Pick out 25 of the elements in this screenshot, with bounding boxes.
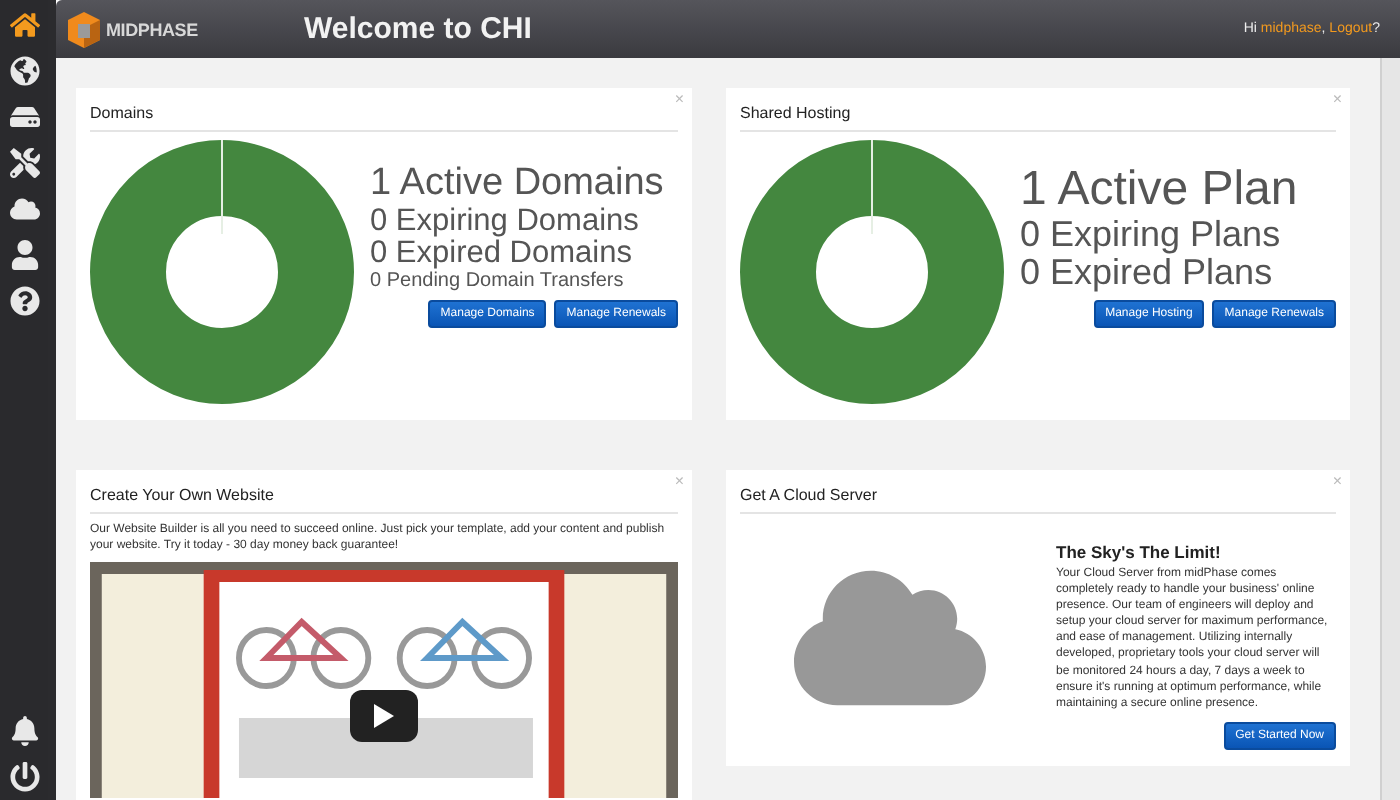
globe-icon[interactable] bbox=[8, 54, 40, 86]
stat-text: 1 Active Plan bbox=[1020, 164, 1298, 216]
stat-text: 0 Expiring Plans bbox=[1020, 215, 1281, 255]
bell-icon[interactable] bbox=[8, 714, 40, 746]
stat-text: 0 Pending Domain Transfers bbox=[370, 271, 624, 294]
home-icon[interactable] bbox=[8, 8, 40, 40]
card-title: Domains bbox=[90, 100, 678, 132]
play-button[interactable] bbox=[350, 690, 418, 743]
user-icon[interactable] bbox=[8, 238, 40, 270]
stat-text: 1 Active Domains bbox=[370, 164, 664, 206]
card-heading: The Sky's The Limit! bbox=[1056, 542, 1223, 562]
stat-text: 0 Expired Plans bbox=[1020, 254, 1273, 294]
help-icon[interactable] bbox=[8, 284, 40, 316]
play-icon bbox=[374, 704, 394, 729]
page-title: Welcome to CHI bbox=[304, 12, 534, 46]
stat-text: 0 Expiring Domains bbox=[370, 205, 639, 239]
logo-icon bbox=[68, 11, 100, 47]
tools-icon[interactable] bbox=[8, 146, 40, 178]
logo-text: MIDPHASE bbox=[106, 19, 198, 39]
card-title: Create Your Own Website bbox=[90, 482, 678, 514]
stat-text: 0 Expired Domains bbox=[370, 238, 632, 271]
scrollbar[interactable] bbox=[1380, 58, 1400, 800]
card-title: Get A Cloud Server bbox=[740, 482, 1336, 514]
power-icon[interactable] bbox=[8, 760, 40, 792]
card-title: Shared Hosting bbox=[740, 100, 1336, 132]
